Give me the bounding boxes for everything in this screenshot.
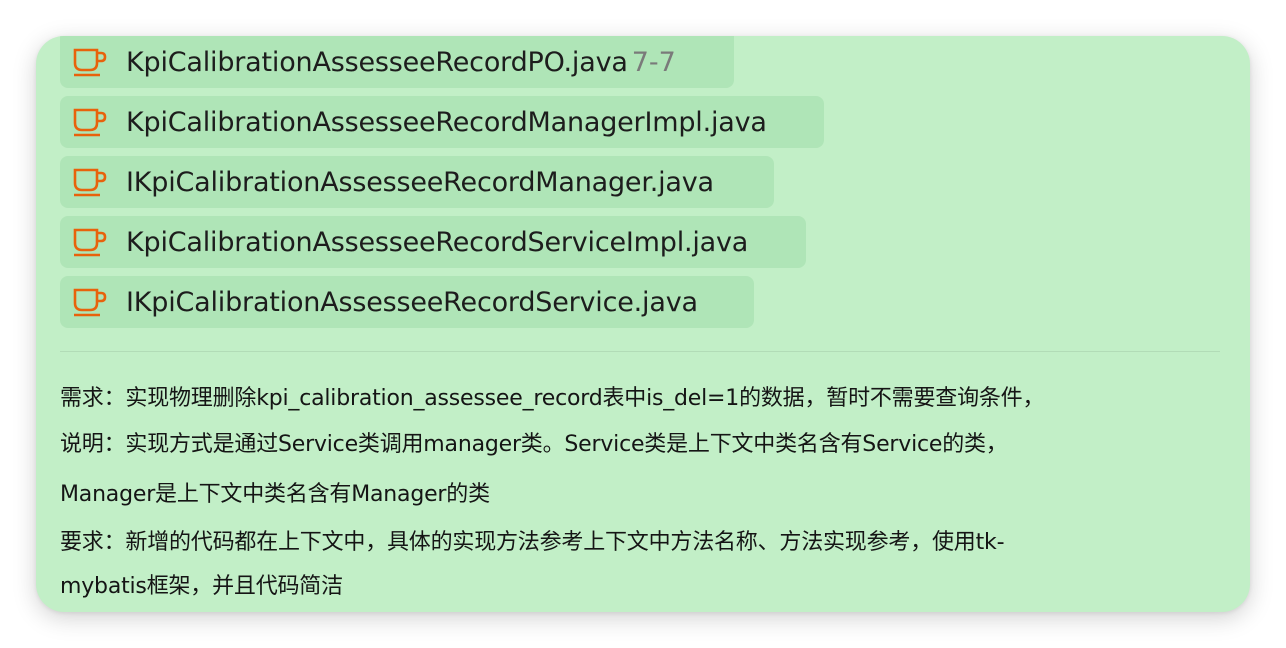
file-name: KpiCalibrationAssesseeRecordServiceImpl.…: [126, 226, 749, 258]
message-card: KpiCalibrationAssesseeRecordPO.java 7-7 …: [36, 36, 1250, 612]
message-text-line: 要求：新增的代码都在上下文中，具体的实现方法参考上下文中方法名称、方法实现参考，…: [60, 530, 1005, 555]
message-text-line: 说明：实现方式是通过Service类调用manager类。Service类是上下…: [60, 432, 1008, 457]
file-name: IKpiCalibrationAssesseeRecordService.jav…: [126, 286, 698, 318]
file-name: KpiCalibrationAssesseeRecordManagerImpl.…: [126, 106, 767, 138]
file-chip[interactable]: KpiCalibrationAssesseeRecordPO.java 7-7: [60, 36, 734, 88]
message-text-line: mybatis框架，并且代码简洁: [60, 574, 343, 599]
line-range: 7-7: [631, 46, 676, 78]
message-text-line: 需求：实现物理删除kpi_calibration_assessee_record…: [60, 386, 1045, 411]
file-chip[interactable]: IKpiCalibrationAssesseeRecordService.jav…: [60, 276, 754, 328]
coffee-cup-icon: [73, 48, 107, 77]
coffee-cup-icon: [73, 288, 107, 317]
file-chip[interactable]: KpiCalibrationAssesseeRecordManagerImpl.…: [60, 96, 824, 148]
coffee-cup-icon: [73, 108, 107, 137]
file-chip[interactable]: KpiCalibrationAssesseeRecordServiceImpl.…: [60, 216, 806, 268]
file-chip[interactable]: IKpiCalibrationAssesseeRecordManager.jav…: [60, 156, 774, 208]
divider: [60, 351, 1220, 352]
file-name: KpiCalibrationAssesseeRecordPO.java: [126, 46, 628, 78]
coffee-cup-icon: [73, 168, 107, 197]
message-text-line: Manager是上下文中类名含有Manager的类: [60, 482, 490, 507]
file-name: IKpiCalibrationAssesseeRecordManager.jav…: [126, 166, 714, 198]
coffee-cup-icon: [73, 228, 107, 257]
